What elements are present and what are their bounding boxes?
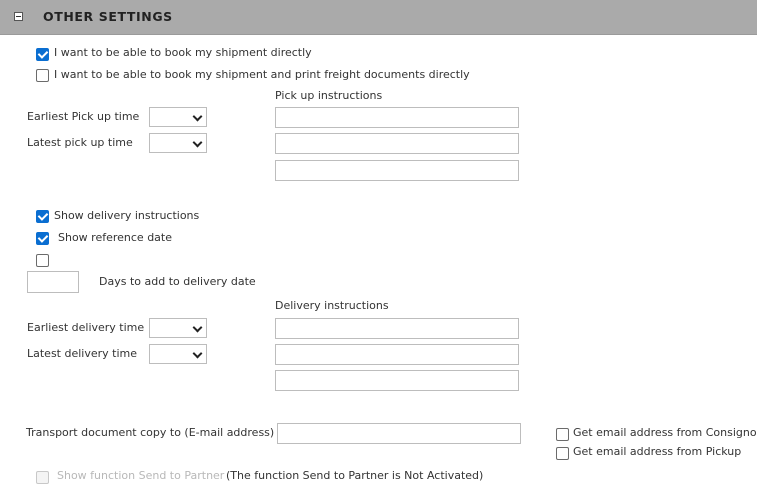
- minus-square-icon[interactable]: [14, 12, 23, 21]
- transport-email-input[interactable]: [277, 423, 521, 444]
- days-to-add-input[interactable]: [27, 271, 79, 293]
- chevron-down-icon: [192, 137, 203, 148]
- book-directly-label: I want to be able to book my shipment di…: [54, 46, 312, 59]
- book-and-print-checkbox[interactable]: [36, 69, 49, 82]
- chevron-down-icon: [192, 348, 203, 359]
- send-to-partner-note: (The function Send to Partner is Not Act…: [226, 469, 484, 482]
- show-reference-date-label: Show reference date: [58, 231, 173, 244]
- consignor-email-label: Get email address from Consignor: [573, 426, 757, 439]
- unlabeled-checkbox[interactable]: [36, 254, 49, 267]
- delivery-instructions-label: Delivery instructions: [275, 299, 389, 312]
- latest-delivery-label: Latest delivery time: [27, 347, 138, 360]
- pickup-instructions-line-1[interactable]: [275, 107, 519, 128]
- latest-pickup-select[interactable]: [149, 133, 207, 153]
- latest-pickup-label: Latest pick up time: [27, 136, 133, 149]
- earliest-pickup-label: Earliest Pick up time: [27, 110, 140, 123]
- show-reference-date-checkbox[interactable]: [36, 232, 49, 245]
- pickup-instructions-line-3[interactable]: [275, 160, 519, 181]
- show-delivery-instructions-checkbox[interactable]: [36, 210, 49, 223]
- chevron-down-icon: [192, 322, 203, 333]
- earliest-delivery-label: Earliest delivery time: [27, 321, 145, 334]
- delivery-instructions-line-2[interactable]: [275, 344, 519, 365]
- pickup-instructions-line-2[interactable]: [275, 133, 519, 154]
- days-to-add-label: Days to add to delivery date: [99, 275, 256, 288]
- show-delivery-instructions-label: Show delivery instructions: [54, 209, 200, 222]
- chevron-down-icon: [192, 111, 203, 122]
- book-and-print-label: I want to be able to book my shipment an…: [54, 68, 470, 81]
- pickup-email-checkbox[interactable]: [556, 447, 569, 460]
- transport-copy-label: Transport document copy to (E-mail addre…: [26, 426, 275, 439]
- book-directly-checkbox[interactable]: [36, 48, 49, 61]
- earliest-delivery-select[interactable]: [149, 318, 207, 338]
- pickup-email-label: Get email address from Pickup: [573, 445, 742, 458]
- latest-delivery-select[interactable]: [149, 344, 207, 364]
- section-header[interactable]: OTHER SETTINGS: [0, 0, 757, 35]
- section-title: OTHER SETTINGS: [43, 9, 173, 24]
- earliest-pickup-select[interactable]: [149, 107, 207, 127]
- send-to-partner-checkbox: [36, 471, 49, 484]
- send-to-partner-label: Show function Send to Partner: [57, 469, 225, 482]
- pickup-instructions-label: Pick up instructions: [275, 89, 383, 102]
- delivery-instructions-line-3[interactable]: [275, 370, 519, 391]
- delivery-instructions-line-1[interactable]: [275, 318, 519, 339]
- consignor-email-checkbox[interactable]: [556, 428, 569, 441]
